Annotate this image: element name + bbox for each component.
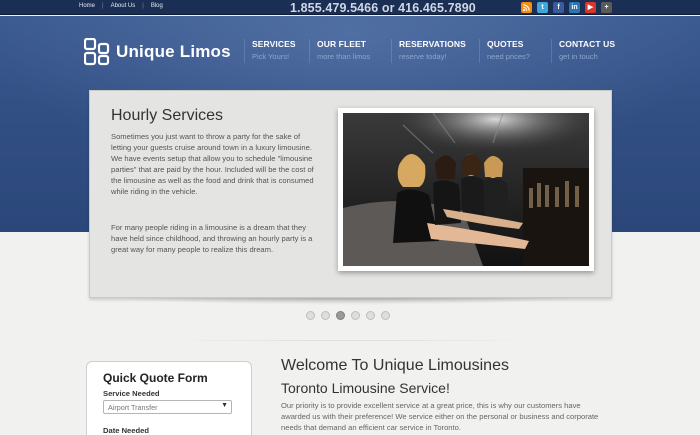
site-logo[interactable]: Unique Limos (84, 38, 231, 66)
welcome-body: Our priority is to provide excellent ser… (281, 401, 599, 432)
twitter-icon[interactable]: t (537, 2, 548, 13)
top-links: Home | About Us | Blog (79, 3, 163, 9)
nav-reservations[interactable]: RESERVATIONS reserve today! (391, 39, 466, 63)
slider-dot-1[interactable] (306, 311, 315, 320)
nav-quotes[interactable]: QUOTES need prices? (479, 39, 530, 63)
service-needed-select[interactable]: Airport Transfer ▼ (103, 400, 232, 414)
nav-title: QUOTES (487, 39, 524, 49)
nav-title: CONTACT US (559, 39, 616, 49)
slider-dot-5[interactable] (366, 311, 375, 320)
top-link-separator: | (102, 3, 104, 9)
slider-dot-3[interactable] (336, 311, 345, 320)
googleplus-icon[interactable]: + (601, 2, 612, 13)
quick-quote-form: Quick Quote Form Service Needed Airport … (86, 361, 252, 435)
welcome-title: Welcome To Unique Limousines (281, 357, 509, 374)
nav-our-fleet[interactable]: OUR FLEET more than limos (309, 39, 370, 63)
slider-panel: Hourly Services Sometimes you just want … (89, 90, 612, 298)
slide-title: Hourly Services (111, 107, 224, 124)
slider-dot-2[interactable] (321, 311, 330, 320)
nav-contact-us[interactable]: CONTACT US get in touch (551, 39, 615, 63)
nav-subtitle: Pick Yours! (252, 52, 290, 61)
top-link-blog[interactable]: Blog (151, 3, 163, 9)
nav-title: RESERVATIONS (399, 39, 466, 49)
date-needed-label: Date Needed (103, 426, 150, 435)
slide-paragraph: For many people riding in a limousine is… (111, 223, 313, 254)
slide-photo-frame (338, 108, 594, 271)
slider-dot-4[interactable] (351, 311, 360, 320)
facebook-icon[interactable]: f (553, 2, 564, 13)
logo-mark-icon (84, 38, 110, 66)
nav-subtitle: get in touch (559, 52, 598, 61)
slider-pagination (306, 311, 390, 320)
nav-subtitle: more than limos (317, 52, 371, 61)
rss-icon-glyph (521, 2, 532, 13)
service-needed-label: Service Needed (103, 389, 160, 398)
youtube-icon[interactable]: ▶ (585, 2, 596, 13)
top-link-home[interactable]: Home (79, 3, 95, 9)
nav-services[interactable]: SERVICES Pick Yours! (244, 39, 296, 63)
nav-subtitle: reserve today! (399, 52, 447, 61)
nav-subtitle: need prices? (487, 52, 530, 61)
slide-photo (343, 112, 589, 266)
service-needed-value: Airport Transfer (108, 403, 158, 412)
quote-form-title: Quick Quote Form (103, 371, 208, 385)
slider-dot-6[interactable] (381, 311, 390, 320)
top-bar: Home | About Us | Blog 1.855.479.5466 or… (0, 0, 700, 15)
welcome-section: Welcome To Unique Limousines Toronto Lim… (281, 357, 611, 433)
social-icons: t f in ▶ + (521, 2, 612, 13)
top-link-about[interactable]: About Us (111, 3, 136, 9)
nav-title: OUR FLEET (317, 39, 367, 49)
section-divider (150, 340, 550, 341)
rss-icon[interactable] (521, 2, 532, 13)
top-link-separator: | (142, 3, 144, 9)
chevron-down-icon: ▼ (221, 402, 228, 409)
logo-text: Unique Limos (116, 42, 231, 61)
welcome-subtitle: Toronto Limousine Service! (281, 380, 450, 396)
linkedin-icon[interactable]: in (569, 2, 580, 13)
slide-paragraph: Sometimes you just want to throw a party… (111, 132, 314, 196)
phone-numbers: 1.855.479.5466 or 416.465.7890 (290, 1, 476, 15)
nav-title: SERVICES (252, 39, 296, 49)
